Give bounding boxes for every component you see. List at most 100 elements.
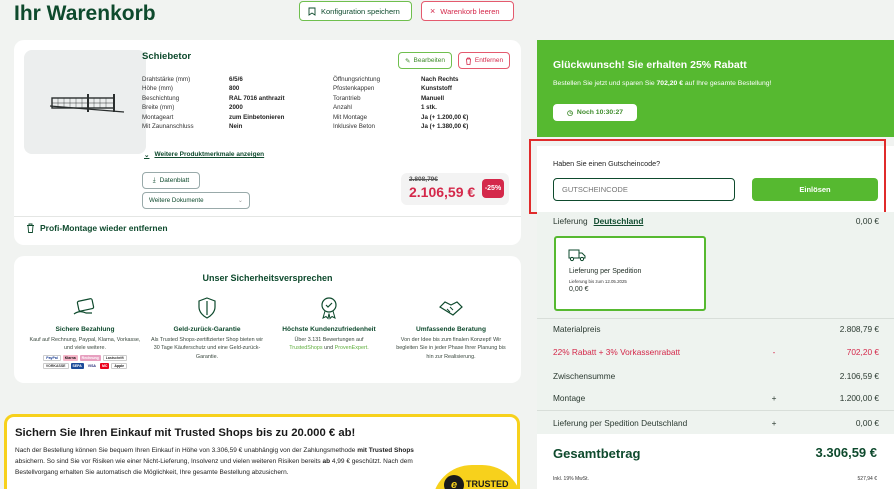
vat-label: Inkl. 19% MwSt. <box>553 476 589 482</box>
spec-value: Ja (+ 1.200,00 €) <box>421 113 469 121</box>
total-label: Gesamtbetrag <box>553 446 641 461</box>
documents-select-value: Weitere Dokumente <box>149 197 204 204</box>
documents-select[interactable]: Weitere Dokumente ⌄ <box>142 192 250 209</box>
provenexpert-link[interactable]: ProvenExpert. <box>335 345 369 351</box>
summary-row-value: 0,00 € <box>855 418 879 428</box>
clock-icon: ◷ <box>566 109 573 117</box>
summary-row: Zwischensumme 2.106,59 € <box>553 371 879 381</box>
spec-label: Öffnungsrichtung <box>333 76 381 83</box>
download-icon: ⤓ <box>152 176 156 184</box>
trash-icon <box>465 57 471 65</box>
sliding-gate-illustration <box>49 94 125 113</box>
spec-value: Nach Rechts <box>421 76 459 83</box>
save-configuration-button[interactable]: Konfiguration speichern <box>299 1 412 21</box>
bookmark-icon <box>308 7 316 16</box>
spec-label: Drahtstärke (mm) <box>142 76 191 83</box>
remove-button[interactable]: Entfernen <box>458 52 510 69</box>
summary-row-label: Materialpreis <box>553 324 601 334</box>
more-product-features-link[interactable]: ⌄ Weitere Produktmerkmale anzeigen <box>144 151 264 159</box>
divider <box>537 410 894 411</box>
divider <box>14 216 521 217</box>
spec-row: Mit Zaunanschluss Nein Inklusive Beton J… <box>142 122 468 131</box>
spec-row: Beschichtung RAL 7016 anthrazit Torantri… <box>142 94 468 103</box>
summary-row-value: 2.808,79 € <box>839 324 879 334</box>
security-item-consulting: Umfassende Beratung Von der Idee bis zum… <box>392 296 510 361</box>
security-title: Unser Sicherheitsversprechen <box>202 273 333 283</box>
summary-row-operator: + <box>771 393 777 403</box>
delivery-value: 0,00 € <box>855 216 879 226</box>
shipping-option-name: Lieferung per Spedition <box>569 268 642 275</box>
highlight-box <box>529 139 886 214</box>
award-icon <box>321 297 337 320</box>
spec-label: Mit Zaunanschluss <box>142 123 194 131</box>
summary-row-operator: + <box>771 418 777 428</box>
spec-value: 6/5/6 <box>229 76 243 83</box>
datasheet-button[interactable]: ⤓ Datenblatt <box>142 172 200 189</box>
trusted-shops-title: Sichern Sie Ihren Einkauf mit Trusted Sh… <box>15 427 356 439</box>
security-item-text: Als Trusted Shops-zertifizierter Shop bi… <box>150 337 264 360</box>
spec-row: Höhe (mm) 800 Pfostenkappen Kunststoff <box>142 84 468 93</box>
visa-logo: VISA <box>85 362 98 369</box>
apple-pay-logo: Apple <box>111 362 128 369</box>
clear-cart-button[interactable]: × Warenkorb leeren <box>421 1 514 21</box>
product-name: Schiebetor <box>142 51 192 62</box>
spec-value: Ja (+ 1.380,00 €) <box>421 123 469 131</box>
spec-label: Torantrieb <box>333 94 361 102</box>
truck-icon <box>568 249 586 262</box>
vat-value: 527,94 € <box>857 476 877 482</box>
text-segment: Nach der Bestellung können Sie bequem Ih… <box>15 447 358 454</box>
spec-label: Pfostenkappen <box>333 85 375 93</box>
prepayment-logo: VORKASSE <box>42 362 69 369</box>
save-configuration-label: Konfiguration speichern <box>321 6 400 16</box>
remove-profi-installation-button[interactable]: Profi-Montage wieder entfernen <box>26 223 168 233</box>
shipping-option-date: Lieferung bis zum 12.05.2025 <box>569 279 627 284</box>
remove-label: Entfernen <box>474 57 504 64</box>
delivery-country-link[interactable]: Deutschland <box>594 216 644 226</box>
order-summary: Lieferung Deutschland 0,00 € Lieferung pe… <box>537 212 894 489</box>
trustedshops-link[interactable]: TrustedShops <box>289 345 322 351</box>
discount-promo-banner: Glückwunsch! Sie erhalten 25% Rabatt Bes… <box>537 40 894 137</box>
product-card: Schiebetor ✎ Bearbeiten Entfernen Drahts… <box>14 40 521 245</box>
spec-value: Kunststoff <box>421 85 452 93</box>
countdown-value: Noch 10:30:27 <box>576 109 624 116</box>
mastercard-logo: MC <box>99 362 110 369</box>
spec-row: Drahtstärke (mm) 6/5/6 Öffnungsrichtung … <box>142 75 468 84</box>
security-item-text: Von der Idee bis zum finalen Konzept! Wi… <box>396 337 506 360</box>
summary-row-value: 702,20 € <box>846 347 879 357</box>
summary-row-label: Lieferung per Spedition Deutschland <box>553 418 688 428</box>
chevron-down-icon: ⌄ <box>144 152 150 159</box>
summary-row-discount: 22% Rabatt + 3% Vorkassenrabatt - 702,20… <box>553 347 879 357</box>
spec-label: Breite (mm) <box>142 104 175 112</box>
spec-label: Beschichtung <box>142 94 180 102</box>
text-bold: mit Trusted Shops <box>357 447 414 454</box>
security-item-heading: Sichere Bezahlung <box>55 326 115 333</box>
trusted-shops-logo: e TRUSTED <box>432 465 522 489</box>
shipping-option-freight[interactable]: Lieferung per Spedition Lieferung bis zu… <box>554 236 706 311</box>
total-box: Gesamtbetrag 3.306,59 € Inkl. 19% MwSt. … <box>537 434 894 489</box>
original-price: 2.808,79€ <box>409 176 438 183</box>
discounted-price: 2.106,59 € <box>409 184 476 200</box>
spec-value: RAL 7016 anthrazit <box>229 94 285 102</box>
security-item-text: Über 3.131 Bewertungen auf TrustedShops … <box>270 336 388 353</box>
summary-row: Materialpreis 2.808,79 € <box>553 324 879 334</box>
edit-button[interactable]: ✎ Bearbeiten <box>398 52 452 69</box>
trusted-shops-text: Nach der Bestellung können Sie bequem Ih… <box>15 445 415 478</box>
spec-label: Montageart <box>142 113 174 121</box>
countdown-timer: ◷ Noch 10:30:27 <box>553 104 637 121</box>
summary-row-operator: - <box>772 347 776 357</box>
delivery-row: Lieferung Deutschland 0,00 € <box>553 216 879 226</box>
security-promise-card: Unser Sicherheitsversprechen Sichere Bez… <box>14 256 521 383</box>
divider <box>537 318 894 319</box>
delivery-label: Lieferung <box>553 216 588 226</box>
datasheet-label: Datenblatt <box>159 177 190 184</box>
spec-label: Inklusive Beton <box>333 123 375 131</box>
reviews-text: Über 3.131 Bewertungen auf <box>294 337 364 343</box>
clear-cart-label: Warenkorb leeren <box>440 6 500 16</box>
summary-row-operator <box>749 371 799 381</box>
summary-row-value: 2.106,59 € <box>839 371 879 381</box>
security-item-satisfaction: Höchste Kundenzufriedenheit Über 3.131 B… <box>270 296 388 353</box>
direct-debit-logo: Lastschrift <box>102 354 127 361</box>
promo-subtext-post: auf Ihre gesamte Bestellung! <box>684 80 772 87</box>
discount-badge: -25% <box>482 179 504 198</box>
promo-heading: Glückwunsch! Sie erhalten 25% Rabatt <box>553 59 747 71</box>
